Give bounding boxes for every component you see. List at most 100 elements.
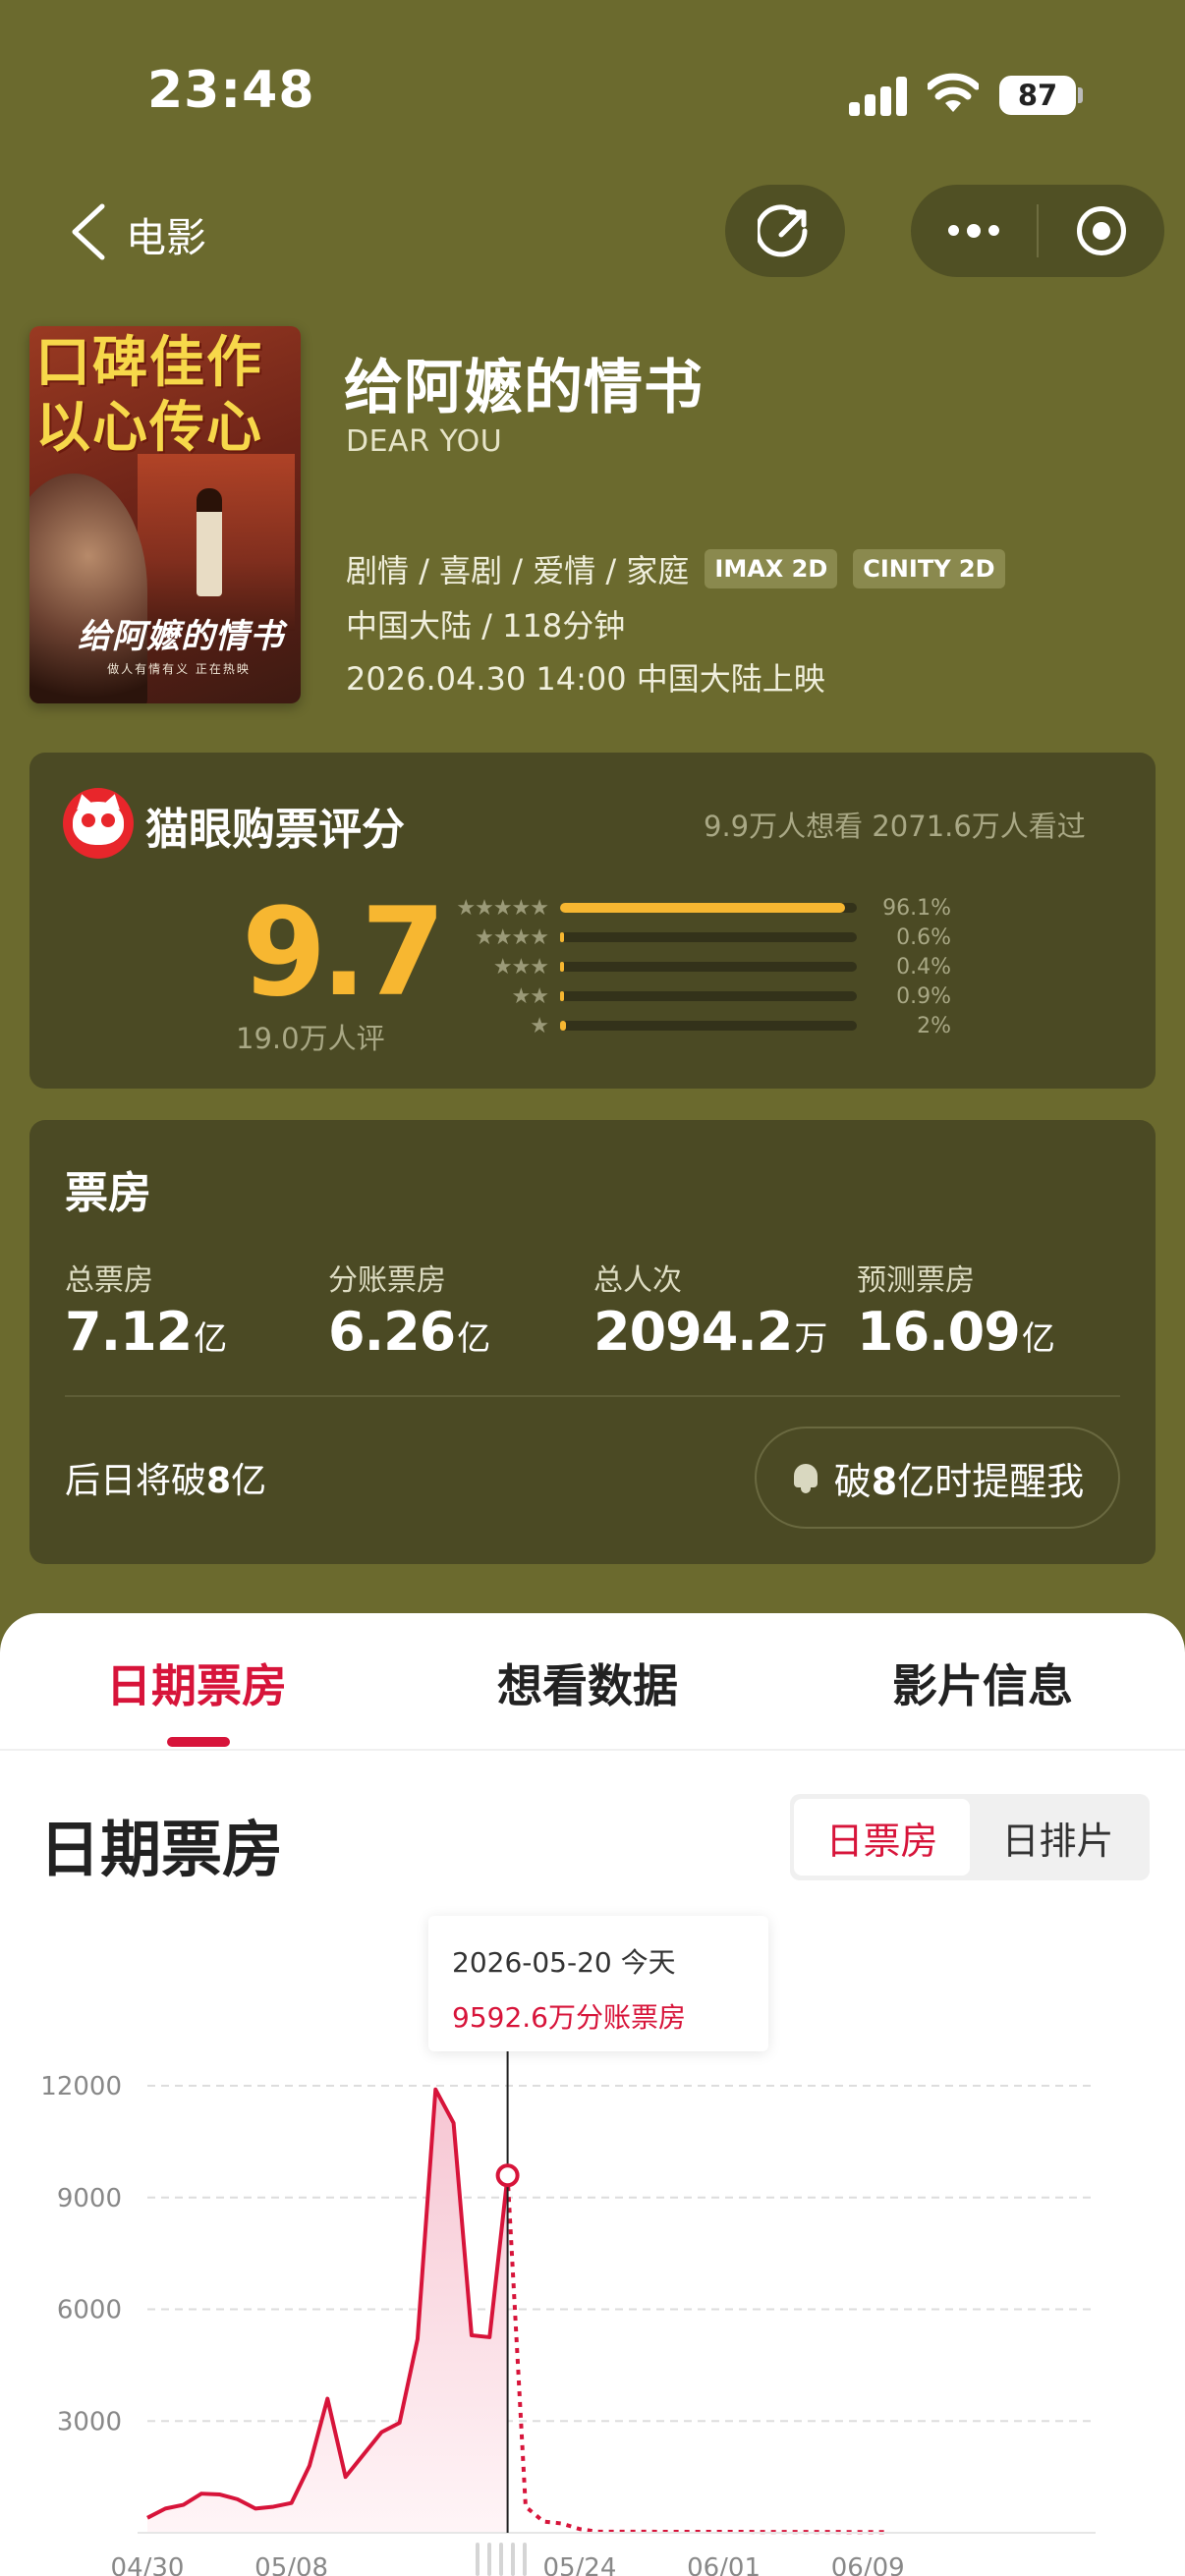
poster-title: 给阿嬷的情书 (78, 617, 284, 656)
close-target-icon (1077, 206, 1126, 255)
chart-scroll-handle (499, 2543, 503, 2576)
x-tick-label: 06/01 (687, 2553, 761, 2576)
format-tag: IMAX 2D (705, 549, 838, 588)
rating-bar-fill (560, 962, 564, 972)
rating-bar-track (560, 962, 857, 972)
rating-row-3-star: ★★★ 0.4% (430, 952, 951, 981)
star-icons: ★★ (511, 983, 549, 1009)
status-time: 23:48 (147, 61, 315, 120)
toggle-daily-screenings[interactable]: 日排片 (970, 1799, 1146, 1876)
star-icons: ★ (530, 1013, 549, 1038)
star-icons: ★★★★ (475, 924, 549, 950)
tab-divider (0, 1749, 1185, 1751)
share-button[interactable] (725, 185, 845, 277)
chart-scroll-handle (476, 2543, 480, 2576)
star-icons: ★★★ (492, 954, 549, 980)
movie-title: 给阿嬷的情书 (344, 354, 704, 422)
y-tick-label: 3000 (57, 2407, 122, 2436)
rating-score: 9.7 (242, 882, 446, 1024)
more-icon (948, 223, 999, 238)
poster-subtitle: 做人有情有义 正在热映 (107, 662, 251, 676)
stat-value: 16.09亿 (857, 1301, 1055, 1363)
stat-label: 总票房 (65, 1263, 153, 1298)
bell-icon (791, 1462, 820, 1493)
stat-value: 6.26亿 (328, 1301, 490, 1363)
rating-percent: 0.4% (896, 954, 951, 980)
rating-row-2-star: ★★ 0.9% (430, 981, 951, 1011)
y-tick-label: 12000 (40, 2072, 122, 2101)
stat-label: 预测票房 (857, 1263, 975, 1298)
y-tick-label: 9000 (57, 2184, 122, 2213)
region-duration: 中国大陆 / 118分钟 (346, 607, 626, 644)
chart-scroll-handle (523, 2543, 527, 2576)
stat-label: 分账票房 (328, 1263, 446, 1298)
chart-mode-toggle: 日票房 日排片 (790, 1794, 1150, 1880)
chart-area-fill (147, 2089, 508, 2533)
chart-scroll-handle (487, 2543, 491, 2576)
battery-nub (1078, 87, 1083, 103)
rating-bar-fill (560, 991, 564, 1001)
tooltip-value: 9592.6万分账票房 (452, 2001, 686, 2034)
chart-tooltip: 2026-05-20 今天 9592.6万分账票房 (428, 1916, 768, 2051)
stat-value: 2094.2万 (593, 1301, 827, 1363)
genre-row: 剧情 / 喜剧 / 爱情 / 家庭 IMAX 2D CINITY 2D (346, 546, 1005, 591)
more-button[interactable] (911, 185, 1037, 277)
box-office-milestone: 后日将破8亿 (65, 1461, 267, 1501)
section-title: 日期票房 (39, 1814, 284, 1885)
tab-want-to-see[interactable]: 想看数据 (497, 1651, 678, 1715)
rating-bar-fill (560, 903, 846, 913)
stat-value: 7.12亿 (65, 1301, 227, 1363)
remind-me-button[interactable]: 破8亿时提醒我 (755, 1427, 1120, 1529)
rating-percent: 0.6% (896, 924, 951, 950)
x-tick-label: 05/08 (254, 2553, 328, 2576)
rating-title: 猫眼购票评分 (145, 805, 405, 855)
rating-bar-track (560, 903, 857, 913)
rating-count: 19.0万人评 (236, 1022, 385, 1055)
rating-counts: 9.9万人想看 2071.6万人看过 (704, 810, 1086, 843)
box-divider (65, 1395, 1120, 1397)
tooltip-date: 2026-05-20 今天 (452, 1946, 676, 1979)
x-tick-label: 05/24 (542, 2553, 616, 2576)
maoyan-logo-icon (63, 788, 134, 859)
wifi-icon (928, 73, 979, 112)
rating-bar-track (560, 932, 857, 942)
close-miniapp-button[interactable] (1039, 185, 1164, 277)
rating-row-4-star: ★★★★ 0.6% (430, 923, 951, 952)
tab-daily-box-office[interactable]: 日期票房 (106, 1651, 287, 1715)
rating-row-1-star: ★ 2% (430, 1011, 951, 1040)
format-tag: CINITY 2D (853, 549, 1005, 588)
miniapp-capsule (911, 185, 1164, 277)
tab-film-info[interactable]: 影片信息 (892, 1651, 1073, 1715)
rating-bar-track (560, 1021, 857, 1031)
x-tick-label: 04/30 (111, 2553, 185, 2576)
rating-percent: 96.1% (882, 895, 951, 921)
active-tab-indicator (167, 1737, 230, 1747)
nav-title[interactable]: 电影 (126, 204, 206, 263)
stat-label: 总人次 (593, 1263, 682, 1298)
rating-bar-fill (560, 932, 564, 942)
battery-level: 87 (999, 76, 1076, 115)
rating-percent: 0.9% (896, 983, 951, 1009)
y-tick-label: 6000 (57, 2296, 122, 2325)
forecast-series-line (505, 2175, 886, 2535)
rating-row-5-star: ★★★★★ 96.1% (430, 893, 951, 923)
poster-tagline: 口碑佳作 以心传心 (35, 330, 263, 460)
star-icons: ★★★★★ (456, 895, 549, 921)
cellular-signal-icon (849, 77, 908, 116)
x-tick-label: 06/09 (831, 2553, 905, 2576)
movie-english-title: DEAR YOU (346, 424, 503, 459)
genres: 剧情 / 喜剧 / 爱情 / 家庭 (346, 552, 690, 589)
poster-figure (197, 488, 222, 596)
rating-bar-fill (560, 1021, 567, 1031)
toggle-daily-box-office[interactable]: 日票房 (794, 1799, 970, 1876)
today-point (495, 2163, 520, 2188)
chart-scroll-handle (511, 2543, 515, 2576)
share-icon (758, 204, 808, 257)
back-icon[interactable] (67, 202, 110, 261)
rating-percent: 2% (917, 1013, 951, 1038)
remind-label: 破8亿时提醒我 (833, 1459, 1085, 1503)
rating-bar-track (560, 991, 857, 1001)
box-office-title: 票房 (65, 1168, 151, 1218)
movie-poster[interactable]: 口碑佳作 以心传心 给阿嬷的情书 做人有情有义 正在热映 (29, 326, 301, 703)
release-info: 2026.04.30 14:00 中国大陆上映 (346, 660, 825, 698)
